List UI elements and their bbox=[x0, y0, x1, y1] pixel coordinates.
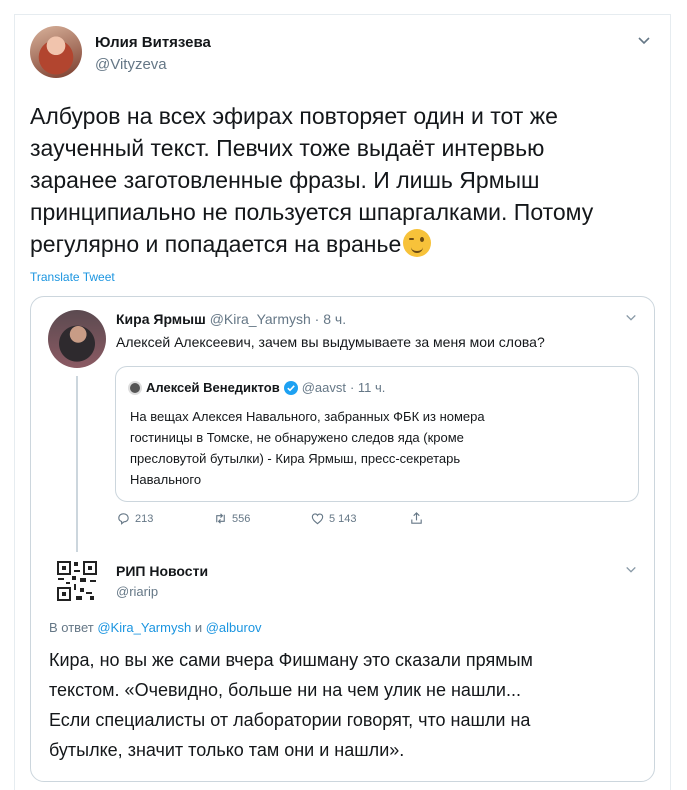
reply-author-name[interactable]: РИП Новости bbox=[116, 563, 208, 579]
chevron-down-icon[interactable] bbox=[625, 312, 637, 324]
tweet-text-line: Албуров на всех эфирах повторяет один и … bbox=[30, 103, 558, 129]
translate-tweet-link[interactable]: Translate Tweet bbox=[30, 270, 115, 284]
quoted-author-name[interactable]: Кира Ярмыш bbox=[116, 311, 206, 327]
retweet-icon bbox=[216, 513, 225, 524]
retweet-count: 556 bbox=[232, 512, 251, 525]
heart-icon bbox=[311, 513, 324, 525]
retweet-button[interactable]: 556 bbox=[213, 511, 250, 526]
reply-text-line: Кира, но вы же сами вчера Фишману это ск… bbox=[49, 650, 533, 670]
wink-emoji-icon bbox=[403, 229, 432, 257]
reply-author-handle[interactable]: @riarip bbox=[116, 584, 158, 599]
tweet-text-line: регулярно и попадается на вранье bbox=[30, 228, 670, 260]
tweet-text-line-end: регулярно и попадается на вранье bbox=[30, 231, 402, 257]
reply-icon bbox=[118, 513, 129, 525]
inner-text-line: Навального bbox=[130, 472, 202, 487]
chevron-down-icon[interactable] bbox=[637, 34, 651, 48]
share-button[interactable] bbox=[409, 511, 424, 526]
verified-badge-icon bbox=[283, 380, 298, 395]
reply-text-line: Если специалисты от лаборатории говорят,… bbox=[49, 710, 531, 730]
like-button[interactable]: 5 143 bbox=[310, 511, 357, 526]
inner-time[interactable]: · 11 ч. bbox=[350, 380, 385, 395]
reply-prefix: В ответ bbox=[49, 620, 94, 635]
reply-context: В ответ @Kira_Yarmysh и @alburov bbox=[49, 620, 262, 635]
reply-count: 213 bbox=[135, 512, 154, 525]
inner-text-line: пресловутой бутылки) - Кира Ярмыш, пресс… bbox=[130, 451, 461, 466]
thread-line bbox=[76, 376, 78, 552]
quoted-time[interactable]: · 8 ч. bbox=[315, 311, 346, 327]
reply-text-line: бутылке, значит только там они и нашли». bbox=[49, 740, 405, 760]
inner-author-name[interactable]: Алексей Венедиктов bbox=[146, 380, 280, 395]
reply-text-line: текстом. «Очевидно, больше ни на чем ули… bbox=[49, 680, 521, 700]
inner-text-line: На вещах Алексея Навального, забранных Ф… bbox=[130, 409, 485, 424]
like-count: 5 143 bbox=[329, 512, 357, 525]
tweet-text: Албуров на всех эфирах повторяет один и … bbox=[30, 100, 670, 260]
inner-header: Алексей Венедиктов @aavst · 11 ч. bbox=[128, 380, 385, 395]
quoted-author-avatar[interactable] bbox=[48, 310, 106, 368]
tweet-text-line: заученный текст. Певчих тоже выдаёт инте… bbox=[30, 135, 545, 161]
inner-author-avatar[interactable] bbox=[128, 380, 142, 395]
inner-author-handle[interactable]: @aavst bbox=[302, 380, 346, 395]
reply-and: и bbox=[194, 620, 203, 635]
quoted-author-handle[interactable]: @Kira_Yarmysh bbox=[210, 311, 311, 327]
reply-to-link[interactable]: @Kira_Yarmysh bbox=[97, 620, 191, 635]
quoted-header: Кира Ярмыш @Kira_Yarmysh · 8 ч. bbox=[116, 311, 346, 327]
reply-to-link[interactable]: @alburov bbox=[206, 620, 262, 635]
quoted-text: Алексей Алексеевич, зачем вы выдумываете… bbox=[116, 334, 545, 350]
riarip-avatar[interactable] bbox=[56, 560, 98, 602]
share-icon bbox=[411, 512, 422, 524]
inner-text-line: гостиницы в Томске, не обнаружено следов… bbox=[130, 430, 464, 445]
author-name[interactable]: Юлия Витязева bbox=[95, 34, 211, 51]
chevron-down-icon[interactable] bbox=[625, 564, 637, 576]
tweet-text-line: принципиально не пользуется шпаргалками.… bbox=[30, 199, 594, 225]
inner-text: На вещах Алексея Навального, забранных Ф… bbox=[130, 406, 485, 490]
tweet-text-line: заранее заготовленные фразы. И лишь Ярмы… bbox=[30, 167, 540, 193]
author-avatar[interactable] bbox=[30, 26, 82, 78]
reply-text: Кира, но вы же сами вчера Фишману это ск… bbox=[49, 645, 649, 765]
reply-button[interactable]: 213 bbox=[116, 511, 153, 526]
author-handle[interactable]: @Vityzeva bbox=[95, 56, 167, 73]
